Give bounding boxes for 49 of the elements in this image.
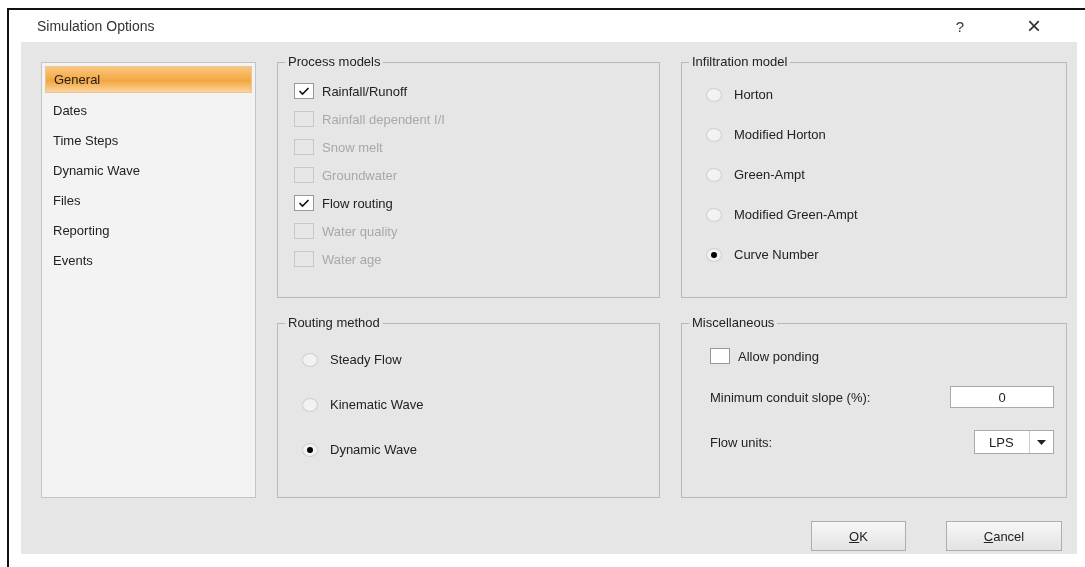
- radio-label: Curve Number: [734, 247, 819, 262]
- cancel-button[interactable]: Cancel: [946, 521, 1062, 551]
- radio-button[interactable]: [302, 397, 318, 412]
- group-title: Miscellaneous: [689, 315, 778, 330]
- radio-button[interactable]: [302, 442, 318, 457]
- radio-button[interactable]: [706, 167, 722, 182]
- group-title: Routing method: [285, 315, 383, 330]
- sidebar-item[interactable]: Dynamic Wave: [45, 158, 252, 183]
- checkbox-label: Allow ponding: [738, 348, 819, 364]
- ok-button[interactable]: OK: [811, 521, 906, 551]
- checkbox-label: Groundwater: [322, 167, 398, 183]
- radio-label: Modified Green-Ampt: [734, 207, 858, 222]
- checkbox[interactable]: [710, 348, 730, 364]
- checkmark-icon: [298, 198, 310, 208]
- radio-button[interactable]: [302, 352, 318, 367]
- input-field[interactable]: 0: [950, 386, 1054, 408]
- field-label: Minimum conduit slope (%):: [710, 389, 871, 405]
- checkbox-label: Snow melt: [322, 139, 383, 155]
- checkmark-icon: [298, 86, 310, 96]
- checkbox[interactable]: [294, 83, 314, 99]
- checkbox-label: Water quality: [322, 223, 398, 239]
- sidebar-item[interactable]: Time Steps: [45, 128, 252, 153]
- sidebar-item[interactable]: Reporting: [45, 218, 252, 243]
- field-label: Flow units:: [710, 434, 773, 450]
- radio-button[interactable]: [706, 207, 722, 222]
- radio-label: Green-Ampt: [734, 167, 805, 182]
- window-title: Simulation Options: [37, 18, 156, 34]
- checkbox-label: Flow routing: [322, 195, 393, 211]
- checkbox-label: Water age: [322, 251, 382, 267]
- radio-button[interactable]: [706, 127, 722, 142]
- close-button[interactable]: ×: [1019, 12, 1049, 40]
- sidebar-item[interactable]: Dates: [45, 98, 252, 123]
- group-title: Infiltration model: [689, 54, 791, 69]
- radio-button[interactable]: [706, 247, 722, 262]
- radio-button[interactable]: [706, 87, 722, 102]
- radio-label: Kinematic Wave: [330, 397, 424, 412]
- radio-label: Modified Horton: [734, 127, 826, 142]
- checkbox-label: Rainfall/Runoff: [322, 83, 408, 99]
- sidebar-item[interactable]: Files: [45, 188, 252, 213]
- checkbox[interactable]: [294, 195, 314, 211]
- radio-label: Dynamic Wave: [330, 442, 417, 457]
- checkbox-label: Rainfall dependent I/I: [322, 111, 445, 127]
- dropdown[interactable]: LPS: [974, 430, 1054, 454]
- sidebar-item[interactable]: Events: [45, 248, 252, 273]
- radio-label: Steady Flow: [330, 352, 402, 367]
- sidebar-item[interactable]: General: [45, 66, 252, 93]
- group-title: Process models: [285, 54, 384, 69]
- radio-label: Horton: [734, 87, 774, 102]
- help-button[interactable]: ?: [945, 17, 975, 35]
